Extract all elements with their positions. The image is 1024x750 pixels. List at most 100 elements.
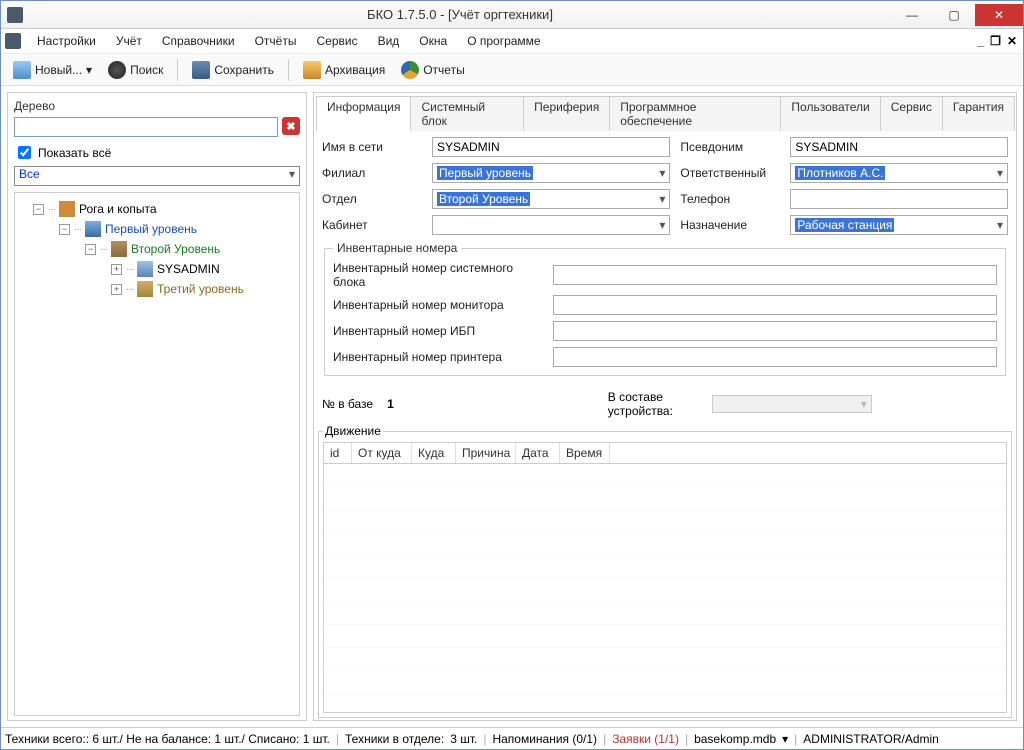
mdi-close-button[interactable]: ✕ xyxy=(1007,34,1017,48)
inv-mon-input[interactable] xyxy=(553,295,997,315)
tree-node-level1[interactable]: −···Первый уровень xyxy=(59,219,295,239)
inv-ups-label: Инвентарный номер ИБП xyxy=(333,324,543,338)
tree-node-level3[interactable]: +···Третий уровень xyxy=(111,279,295,299)
archive-button[interactable]: Архивация xyxy=(297,59,391,81)
window-title: БКО 1.7.5.0 - [Учёт оргтехники] xyxy=(29,7,891,22)
tree-node-root[interactable]: −···Рога и копыта xyxy=(33,199,295,219)
clear-search-button[interactable]: ✖ xyxy=(282,117,300,135)
inv-prn-label: Инвентарный номер принтера xyxy=(333,350,543,364)
chevron-down-icon: ▾ xyxy=(86,63,92,77)
expand-icon[interactable]: − xyxy=(33,204,44,215)
new-button[interactable]: Новый... ▾ xyxy=(7,59,98,81)
save-label: Сохранить xyxy=(214,63,274,77)
tree-filter-select[interactable]: Все ▾ xyxy=(14,166,300,186)
toolbar-separator xyxy=(177,59,178,81)
alias-input[interactable] xyxy=(790,137,1008,157)
inv-ups-input[interactable] xyxy=(553,321,997,341)
chevron-down-icon[interactable]: ▾ xyxy=(782,732,788,746)
menu-about[interactable]: О программе xyxy=(457,31,550,51)
statusbar: Техники всего:: 6 шт./ Не на балансе: 1 … xyxy=(1,727,1023,749)
menu-accounting[interactable]: Учёт xyxy=(106,31,152,51)
db-number-value: 1 xyxy=(387,397,394,411)
expand-icon[interactable]: − xyxy=(59,224,70,235)
folder-icon xyxy=(59,201,75,217)
col-id[interactable]: id xyxy=(324,443,352,463)
office-label: Кабинет xyxy=(322,218,422,232)
expand-icon[interactable]: + xyxy=(111,284,122,295)
show-all-checkbox[interactable]: Показать всё xyxy=(14,143,300,162)
name-input[interactable] xyxy=(432,137,670,157)
branch-select[interactable]: Первый уровень xyxy=(432,163,670,183)
tab-info[interactable]: Информация xyxy=(316,96,411,131)
inventory-legend: Инвентарные номера xyxy=(333,241,461,255)
save-button[interactable]: Сохранить xyxy=(186,59,280,81)
status-reminders[interactable]: Напоминания (0/1) xyxy=(492,732,597,746)
menu-windows[interactable]: Окна xyxy=(409,31,457,51)
mdi-restore-button[interactable]: ❐ xyxy=(990,34,1001,48)
inventory-fieldset: Инвентарные номера Инвентарный номер сис… xyxy=(324,241,1006,376)
close-button[interactable]: ✕ xyxy=(975,4,1023,26)
status-db: basekomp.mdb xyxy=(694,732,776,746)
purpose-select[interactable]: Рабочая станция xyxy=(790,215,1008,235)
inv-prn-input[interactable] xyxy=(553,347,997,367)
status-user: ADMINISTRATOR/Admin xyxy=(803,732,939,746)
search-icon xyxy=(108,61,126,79)
tab-users[interactable]: Пользователи xyxy=(780,96,880,131)
col-to[interactable]: Куда xyxy=(412,443,456,463)
col-date[interactable]: Дата xyxy=(516,443,560,463)
new-icon xyxy=(13,61,31,79)
info-form: Имя в сети Псевдоним Филиал Первый урове… xyxy=(316,131,1014,388)
menu-reports[interactable]: Отчёты xyxy=(245,31,307,51)
movement-legend: Движение xyxy=(323,424,383,438)
tab-software[interactable]: Программное обеспечение xyxy=(609,96,781,131)
reports-label: Отчеты xyxy=(423,63,464,77)
inv-sys-input[interactable] xyxy=(553,265,997,285)
col-time[interactable]: Время xyxy=(560,443,610,463)
menubar: Настройки Учёт Справочники Отчёты Сервис… xyxy=(1,29,1023,54)
details-panel: Информация Системный блок Периферия Прог… xyxy=(313,92,1017,721)
tab-service[interactable]: Сервис xyxy=(880,96,943,131)
col-from[interactable]: От куда xyxy=(352,443,412,463)
tab-warranty[interactable]: Гарантия xyxy=(942,96,1015,131)
tab-system[interactable]: Системный блок xyxy=(410,96,524,131)
status-total: Техники всего:: 6 шт./ Не на балансе: 1 … xyxy=(5,732,330,746)
maximize-button[interactable]: ▢ xyxy=(933,4,975,26)
archive-label: Архивация xyxy=(325,63,385,77)
menubar-app-icon xyxy=(5,33,21,49)
movement-grid[interactable]: id От куда Куда Причина Дата Время xyxy=(323,442,1007,713)
minimize-button[interactable]: — xyxy=(891,4,933,26)
tree-node-sysadmin[interactable]: +···SYSADMIN xyxy=(111,259,295,279)
tree-search-input[interactable] xyxy=(14,117,278,137)
new-label: Новый... xyxy=(35,63,82,77)
office-select[interactable] xyxy=(432,215,670,235)
expand-icon[interactable]: + xyxy=(111,264,122,275)
toolbar-separator xyxy=(288,59,289,81)
compose-label: В составе устройства: xyxy=(608,390,698,418)
movement-fieldset: Движение id От куда Куда Причина Дата Вр… xyxy=(318,424,1012,718)
status-dept-label: Техники в отделе: xyxy=(345,732,444,746)
expand-icon[interactable]: − xyxy=(85,244,96,255)
dept-select[interactable]: Второй Уровень xyxy=(432,189,670,209)
branch-label: Филиал xyxy=(322,166,422,180)
menu-references[interactable]: Справочники xyxy=(152,31,245,51)
menu-settings[interactable]: Настройки xyxy=(27,31,106,51)
inv-sys-label: Инвентарный номер системного блока xyxy=(333,261,543,289)
menu-service[interactable]: Сервис xyxy=(306,31,367,51)
tab-peripherals[interactable]: Периферия xyxy=(523,96,610,131)
responsible-select[interactable]: Плотников А.С. xyxy=(790,163,1008,183)
reports-button[interactable]: Отчеты xyxy=(395,59,470,81)
phone-input[interactable] xyxy=(790,189,1008,209)
tree-view[interactable]: −···Рога и копыта −···Первый уровень −··… xyxy=(14,192,300,716)
door-icon xyxy=(137,281,153,297)
tree-node-level2[interactable]: −···Второй Уровень xyxy=(85,239,295,259)
show-all-input[interactable] xyxy=(18,146,31,159)
grid-body xyxy=(324,464,1006,710)
db-number-label: № в базе xyxy=(322,397,373,411)
chevron-down-icon: ▾ xyxy=(289,167,295,181)
col-reason[interactable]: Причина xyxy=(456,443,516,463)
status-requests[interactable]: Заявки (1/1) xyxy=(612,732,679,746)
search-button[interactable]: Поиск xyxy=(102,59,169,81)
titlebar: БКО 1.7.5.0 - [Учёт оргтехники] — ▢ ✕ xyxy=(1,1,1023,29)
mdi-minimize-button[interactable]: _ xyxy=(977,34,984,48)
menu-view[interactable]: Вид xyxy=(368,31,410,51)
